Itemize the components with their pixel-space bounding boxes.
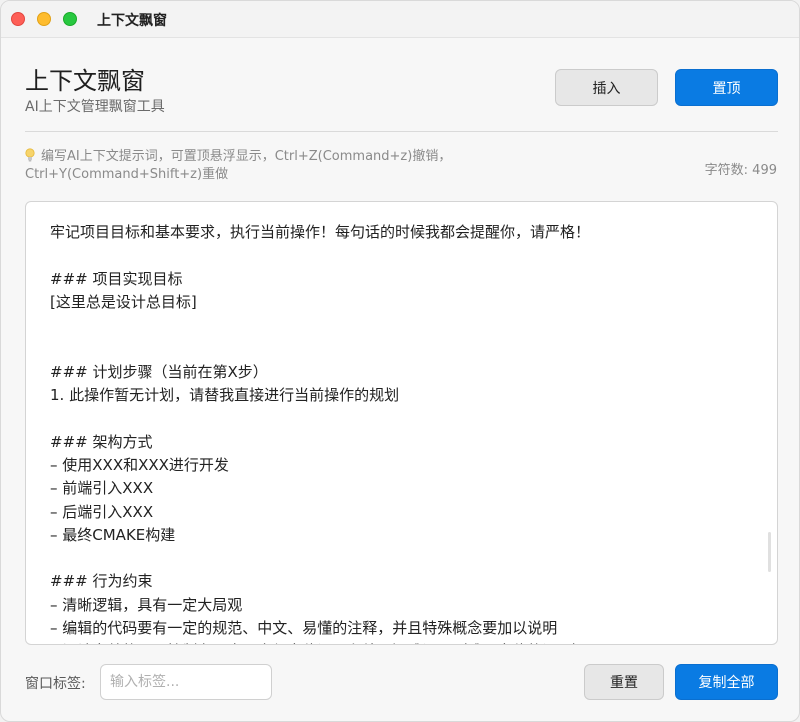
title-bar: 上下文飘窗 [1,1,799,38]
minimize-window-button[interactable] [37,12,51,26]
lightbulb-icon [25,148,35,162]
insert-button[interactable]: 插入 [555,69,658,106]
hint-line-1: 编写AI上下文提示词，可置顶悬浮显示，Ctrl+Z(Command+z)撤销， [41,149,452,164]
reset-button[interactable]: 重置 [584,664,664,700]
char-count-label: 字符数: [704,163,749,178]
close-window-button[interactable] [11,12,25,26]
app-title: 上下文飘窗 [25,67,145,95]
char-count-value: 499 [752,163,777,178]
hint-line-2: Ctrl+Y(Command+Shift+z)重做 [25,167,229,182]
window-tag-input[interactable] [100,664,272,700]
window-title: 上下文飘窗 [97,13,167,29]
prompt-editor[interactable]: 牢记项目目标和基本要求，执行当前操作！每句话的时候我都会提醒你，请严格！ ###… [25,201,778,645]
window-tag-label: 窗口标签: [25,676,86,692]
editor-scrollbar[interactable] [768,532,771,572]
maximize-window-button[interactable] [63,12,77,26]
prompt-editor-text[interactable]: 牢记项目目标和基本要求，执行当前操作！每句话的时候我都会提醒你，请严格！ ###… [50,221,753,644]
pin-to-top-button[interactable]: 置顶 [675,69,778,106]
hint-text: 编写AI上下文提示词，可置顶悬浮显示，Ctrl+Z(Command+z)撤销， … [25,148,585,184]
char-count: 字符数: 499 [705,159,777,178]
header-divider [25,131,778,132]
copy-all-button[interactable]: 复制全部 [675,664,778,700]
app-window: 上下文飘窗 上下文飘窗 AI上下文管理飘窗工具 插入 置顶 编写AI上下文提示词… [0,0,800,722]
app-subtitle: AI上下文管理飘窗工具 [25,99,165,115]
